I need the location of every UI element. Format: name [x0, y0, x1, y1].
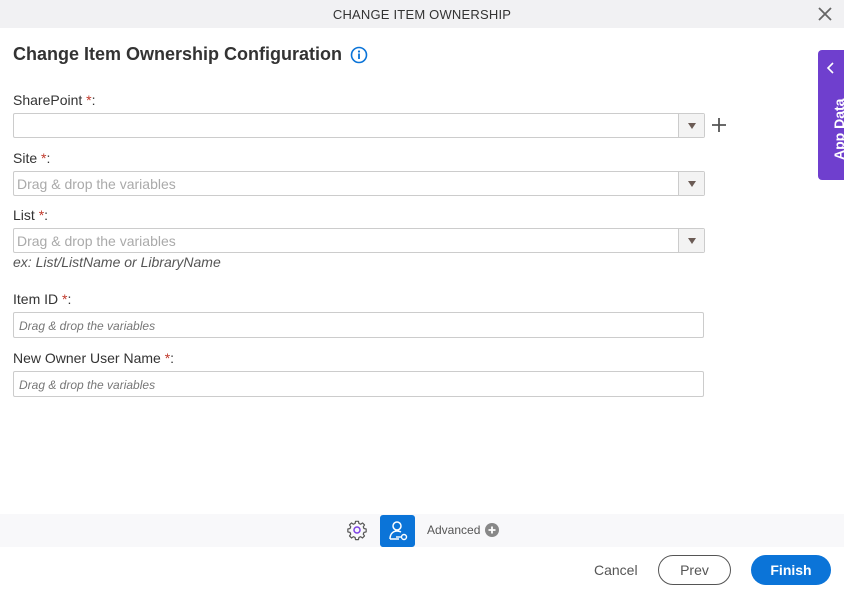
label-colon: :: [44, 207, 49, 223]
user-credentials-button[interactable]: [380, 515, 415, 547]
page-title: Change Item Ownership Configuration: [13, 44, 343, 64]
item-id-label: Item ID *:: [13, 291, 71, 307]
item-id-label-text: Item ID: [13, 291, 59, 307]
site-dropdown-button[interactable]: [678, 172, 704, 195]
dialog-title: CHANGE ITEM OWNERSHIP: [332, 6, 512, 22]
item-id-placeholder: Drag & drop the variables: [19, 319, 156, 333]
finish-button[interactable]: Finish: [751, 555, 831, 585]
list-label: List *:: [13, 207, 48, 223]
chevron-down-icon: [687, 122, 696, 129]
sharepoint-select[interactable]: [13, 113, 705, 138]
label-colon: :: [46, 150, 51, 166]
sharepoint-label-text: SharePoint: [13, 92, 83, 108]
new-owner-input[interactable]: Drag & drop the variables: [13, 371, 704, 397]
label-colon: :: [170, 350, 175, 366]
sharepoint-dropdown-button[interactable]: [678, 114, 704, 137]
bottom-toolbar: [0, 514, 844, 547]
list-hint: ex: List/ListName or LibraryName: [13, 254, 221, 270]
advanced-label: Advanced: [427, 523, 481, 537]
page-heading: Change Item Ownership Configuration: [13, 44, 368, 65]
label-colon: :: [91, 92, 96, 108]
app-data-panel-toggle[interactable]: App Data: [818, 50, 844, 180]
prev-button[interactable]: Prev: [658, 555, 731, 585]
gear-icon[interactable]: [346, 519, 368, 541]
info-icon[interactable]: [350, 46, 368, 64]
dialog-titlebar: CHANGE ITEM OWNERSHIP: [0, 0, 844, 28]
site-placeholder: Drag & drop the variables: [17, 176, 176, 192]
new-owner-label-text: New Owner User Name: [13, 350, 161, 366]
app-data-label: App Data: [831, 98, 844, 160]
cancel-button[interactable]: Cancel: [594, 562, 638, 578]
sharepoint-label: SharePoint *:: [13, 92, 96, 108]
list-dropdown-button[interactable]: [678, 229, 704, 252]
new-owner-label: New Owner User Name *:: [13, 350, 174, 366]
site-label-text: Site: [13, 150, 38, 166]
list-placeholder: Drag & drop the variables: [17, 233, 176, 249]
chevron-left-icon: [826, 62, 834, 74]
list-select[interactable]: Drag & drop the variables: [13, 228, 705, 253]
chevron-down-icon: [687, 237, 696, 244]
label-colon: :: [67, 291, 72, 307]
close-icon[interactable]: [816, 5, 834, 23]
advanced-toggle[interactable]: Advanced: [427, 523, 500, 537]
list-label-text: List: [13, 207, 35, 223]
item-id-input[interactable]: Drag & drop the variables: [13, 312, 704, 338]
user-key-icon: [388, 521, 407, 541]
chevron-down-icon: [687, 180, 696, 187]
add-connection-icon[interactable]: [709, 115, 729, 135]
plus-circle-icon: [485, 523, 500, 537]
site-label: Site *:: [13, 150, 50, 166]
new-owner-placeholder: Drag & drop the variables: [19, 378, 156, 392]
site-select[interactable]: Drag & drop the variables: [13, 171, 705, 196]
